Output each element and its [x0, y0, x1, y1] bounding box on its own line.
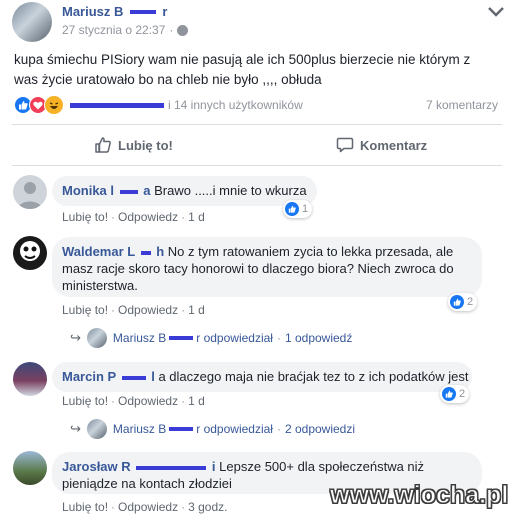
reaction-badge[interactable]: 1: [283, 200, 313, 218]
comment-like-link[interactable]: Lubię to!: [62, 303, 108, 317]
comment-age[interactable]: 3 godz.: [188, 500, 227, 514]
comment-like-link[interactable]: Lubię to!: [62, 500, 108, 514]
post-time-row: 27 stycznia o 22:37 ·: [62, 23, 189, 37]
comment-actions: Lubię to! · Odpowiedz · 3 godz.: [62, 500, 228, 514]
comment-button-label: Komentarz: [360, 137, 428, 153]
comment-age[interactable]: 1 d: [188, 394, 205, 408]
commenter-name-part: Waldemar L: [62, 244, 135, 259]
comment-like-link[interactable]: Lubię to!: [62, 394, 108, 408]
redaction-mark: [169, 336, 194, 340]
commenter-name[interactable]: Monika l a: [62, 183, 154, 198]
comments-count[interactable]: 7 komentarzy: [426, 98, 498, 112]
post-text-line: was życie uratowało bo na chleb nie było…: [14, 72, 322, 87]
comment-reply-link[interactable]: Odpowiedz: [118, 210, 178, 224]
reply-status: r odpowiedział: [196, 331, 273, 345]
comment-text: Brawo .....i mnie to wkurza: [154, 183, 307, 198]
commenter-name[interactable]: Jarosław R i: [62, 459, 219, 474]
author-name-first: Mariusz B: [62, 4, 124, 19]
post-text-line: kupa śmiechu PISiory wam nie pasują ale …: [14, 52, 471, 67]
like-reaction-icon: [450, 295, 464, 309]
redaction-mark: [169, 427, 194, 431]
thumbs-up-icon: [94, 136, 112, 154]
post-text: kupa śmiechu PISiory wam nie pasują ale …: [14, 50, 506, 90]
like-reaction-icon: [442, 387, 456, 401]
commenter-name-part: Marcin P: [62, 369, 116, 384]
avatar: [86, 419, 107, 439]
comment-text: a dlaczego maja nie braćjak tez to z ich…: [158, 369, 469, 384]
commenter-name-part: Monika l: [62, 183, 115, 198]
comment-reply-link[interactable]: Odpowiedz: [118, 500, 178, 514]
post-author-name[interactable]: Mariusz B r: [62, 3, 167, 21]
reaction-badge[interactable]: 2: [448, 293, 478, 311]
comment-text: Lepsze 500+ dla społeczeństwa niż: [219, 459, 425, 474]
author-name-end: r: [162, 4, 168, 19]
reaction-count: 2: [467, 296, 474, 308]
avatar[interactable]: [13, 362, 47, 396]
reply-status: r odpowiedział: [196, 422, 273, 436]
comment-bubble: Monika l a Brawo .....i mnie to wkurza: [52, 176, 317, 206]
commenter-name[interactable]: Waldemar L h: [62, 244, 168, 259]
commenter-name-part: i: [211, 459, 216, 474]
commenter-name-part: Jarosław R: [62, 459, 131, 474]
redaction-mark: [140, 250, 151, 255]
haha-reaction-icon: [44, 95, 64, 115]
commenter-name-part: l: [151, 369, 155, 384]
comment-bubble: Waldemar L h No z tym ratowaniem zycia t…: [52, 237, 482, 297]
reply-arrow-icon: ↪: [70, 330, 81, 345]
like-reaction-icon: [285, 202, 299, 216]
commenter-name[interactable]: Marcin P l: [62, 369, 158, 384]
dot-separator: ·: [169, 23, 174, 37]
reactions-others: i 14 innych użytkowników: [168, 98, 303, 112]
redaction-mark: [119, 189, 138, 194]
reply-author: Mariusz B: [112, 422, 167, 436]
reply-count: 2 odpowiedzi: [284, 422, 356, 436]
redaction-mark: [129, 9, 156, 14]
reply-author: Mariusz B: [112, 331, 167, 345]
divider: [12, 124, 502, 125]
avatar[interactable]: [13, 236, 47, 270]
chevron-down-icon[interactable]: [488, 4, 504, 17]
comment-icon: [336, 136, 354, 154]
watermark: www.wiocha.pl: [329, 481, 509, 510]
comment-age[interactable]: 1 d: [188, 210, 205, 224]
reaction-badge[interactable]: 2: [440, 385, 470, 403]
redaction-mark: [121, 375, 146, 380]
like-button-label: Lubię to!: [118, 137, 173, 153]
post-time[interactable]: 27 stycznia o 22:37: [62, 23, 165, 37]
reaction-count: 2: [459, 388, 466, 400]
comment-text: No z tym ratowaniem zycia to lekka przes…: [167, 244, 454, 259]
reply-count: 1 odpowiedź: [284, 331, 353, 345]
avatar[interactable]: [13, 175, 47, 209]
avatar: [86, 328, 107, 348]
reply-thread-link[interactable]: ↪ Mariusz B r odpowiedział · 2 odpowiedz…: [70, 419, 355, 439]
commenter-name-part: h: [156, 244, 165, 259]
like-button[interactable]: Lubię to!: [94, 136, 173, 154]
comment-reply-link[interactable]: Odpowiedz: [118, 303, 178, 317]
comment-text: ministerstwa.: [62, 278, 138, 293]
reaction-count: 1: [302, 203, 309, 215]
comment-actions: Lubię to! · Odpowiedz · 1 d: [62, 210, 205, 224]
comment-actions: Lubię to! · Odpowiedz · 1 d: [62, 303, 205, 317]
comment-bubble: Marcin P l a dlaczego maja nie braćjak t…: [52, 362, 472, 392]
reply-arrow-icon: ↪: [70, 421, 81, 436]
reply-thread-link[interactable]: ↪ Mariusz B r odpowiedział · 1 odpowiedź: [70, 328, 352, 348]
redaction-mark: [136, 465, 207, 470]
comment-age[interactable]: 1 d: [188, 303, 205, 317]
reactions-summary[interactable]: i 14 innych użytkowników: [14, 95, 303, 115]
avatar[interactable]: [13, 451, 47, 485]
commenter-name-part: a: [143, 183, 151, 198]
comment-text: masz racje skoro tacy honorowi to dlacze…: [62, 261, 454, 276]
comment-actions: Lubię to! · Odpowiedz · 1 d: [62, 394, 205, 408]
divider: [12, 165, 502, 166]
comment-like-link[interactable]: Lubię to!: [62, 210, 108, 224]
redaction-mark: [70, 102, 164, 108]
post-author-avatar[interactable]: [12, 2, 52, 42]
comment-reply-link[interactable]: Odpowiedz: [118, 394, 178, 408]
comment-button[interactable]: Komentarz: [336, 136, 427, 154]
globe-icon: [177, 24, 189, 36]
